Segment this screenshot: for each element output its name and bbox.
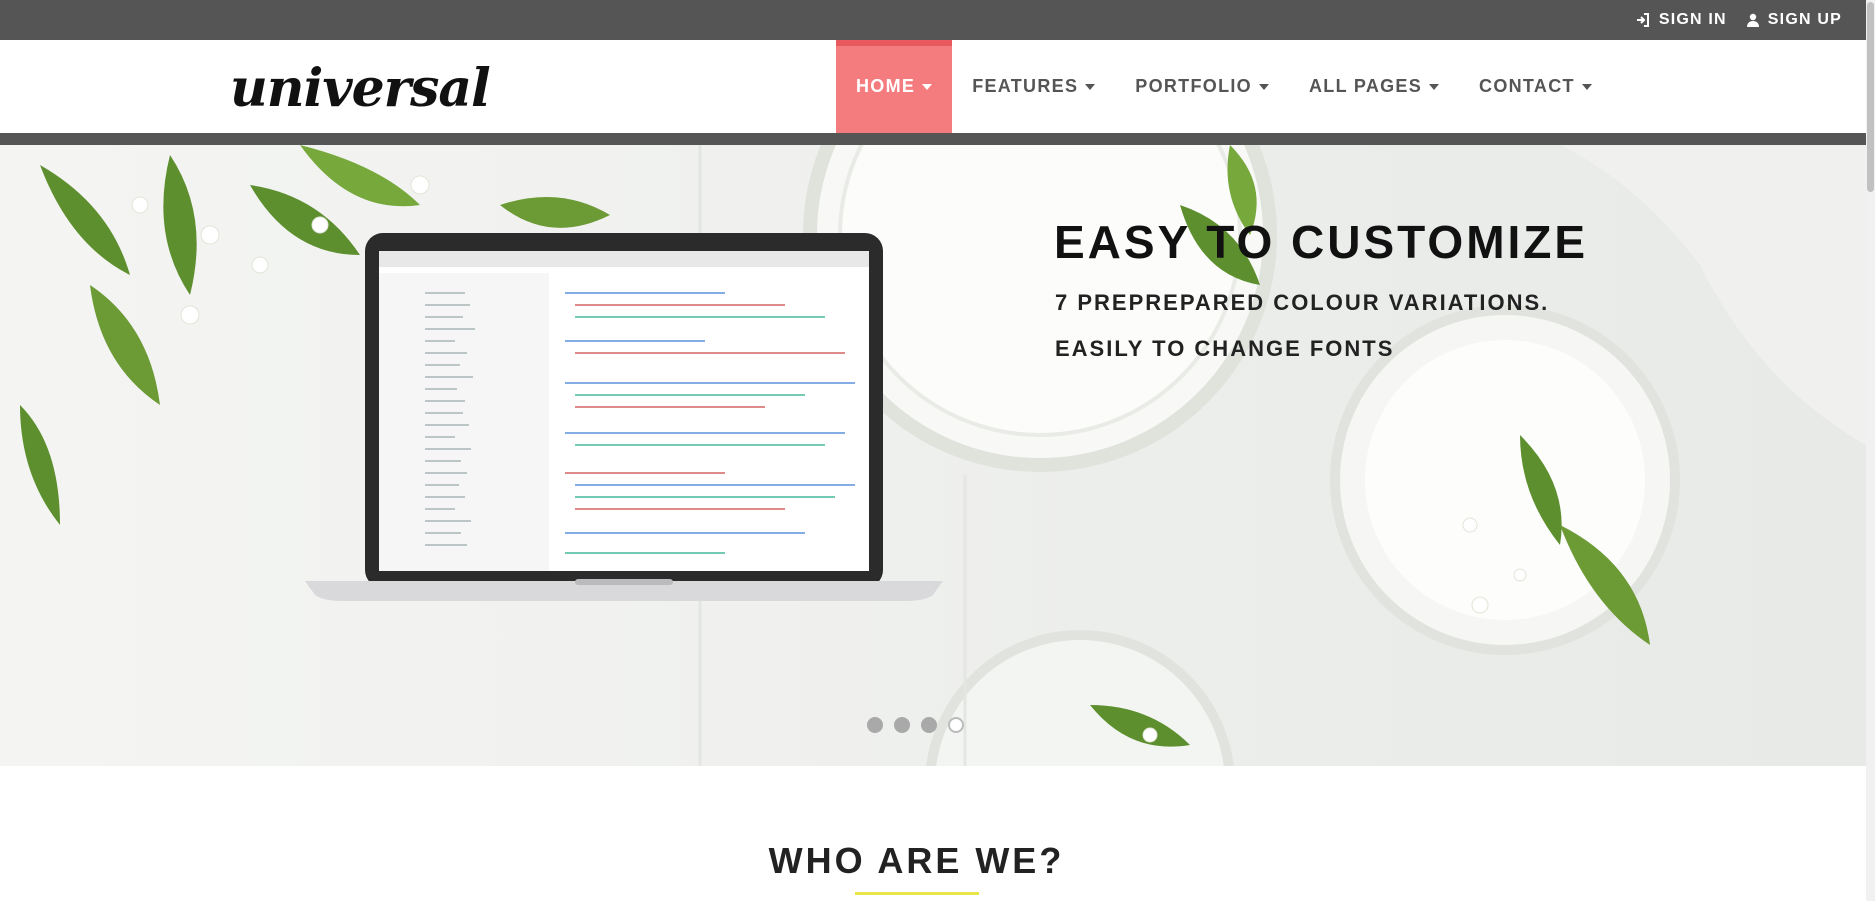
user-icon <box>1746 13 1759 27</box>
account-links: SIGN IN SIGN UP <box>1636 0 1842 40</box>
who-are-we-section: WHO ARE WE? <box>0 766 1866 901</box>
main-nav: HOME FEATURES PORTFOLIO ALL PAGES CONTAC… <box>836 40 1612 133</box>
section-title: WHO ARE WE? <box>768 840 1065 881</box>
nav-item-label: FEATURES <box>972 76 1079 96</box>
hero-title: EASY TO CUSTOMIZE <box>1054 216 1589 268</box>
laptop-image <box>305 233 943 601</box>
caret-down-icon <box>1581 83 1592 90</box>
sign-in-label: SIGN IN <box>1658 11 1727 28</box>
caret-down-icon <box>1258 83 1269 90</box>
hero-line-1: 7 PREPREPARED COLOUR VARIATIONS. <box>1055 290 1550 315</box>
slider-dot-2[interactable] <box>894 717 910 733</box>
nav-item-all-pages[interactable]: ALL PAGES <box>1289 40 1459 133</box>
nav-item-label: ALL PAGES <box>1308 76 1423 96</box>
slider-pagination <box>867 717 964 733</box>
hero-line-2: EASILY TO CHANGE FONTS <box>1055 336 1395 361</box>
nav-item-portfolio[interactable]: PORTFOLIO <box>1115 40 1289 133</box>
nav-item-contact[interactable]: CONTACT <box>1459 40 1612 133</box>
hero-slider: EASY TO CUSTOMIZE 7 PREPREPARED COLOUR V… <box>0 145 1866 766</box>
nav-item-home[interactable]: HOME <box>836 40 953 133</box>
caret-down-icon <box>922 83 933 90</box>
logo[interactable]: universal <box>230 58 491 119</box>
section-title-underline <box>855 892 979 895</box>
main-navbar: universal HOME FEATURES PORTFOLIO ALL PA… <box>0 40 1866 133</box>
slider-dot-1[interactable] <box>867 717 883 733</box>
sign-up-label: SIGN UP <box>1767 11 1842 28</box>
hero-top-border <box>0 133 1866 145</box>
page-scrollbar[interactable] <box>1866 0 1875 901</box>
caret-down-icon <box>1429 83 1440 90</box>
sign-in-link[interactable]: SIGN IN <box>1636 11 1727 29</box>
nav-item-label: CONTACT <box>1479 76 1575 96</box>
top-bar: SIGN IN SIGN UP <box>0 0 1866 40</box>
slider-dot-3[interactable] <box>921 717 937 733</box>
nav-item-features[interactable]: FEATURES <box>952 40 1115 133</box>
nav-item-label: PORTFOLIO <box>1135 76 1252 96</box>
caret-down-icon <box>1085 83 1096 90</box>
scrollbar-thumb[interactable] <box>1867 2 1874 192</box>
sign-up-link[interactable]: SIGN UP <box>1746 11 1842 29</box>
sign-in-icon <box>1636 13 1650 27</box>
nav-item-label: HOME <box>856 76 916 96</box>
slider-dot-4[interactable] <box>948 717 964 733</box>
